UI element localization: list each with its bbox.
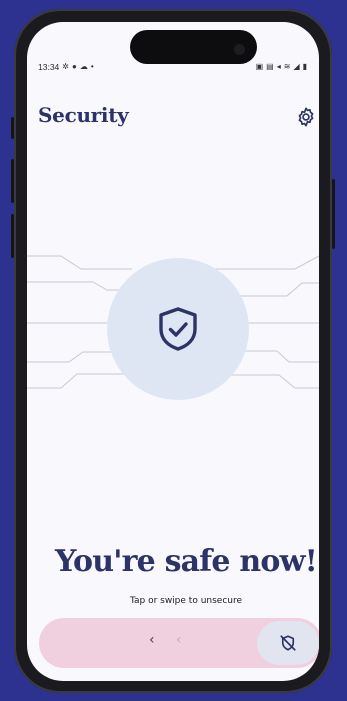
mute-switch xyxy=(11,117,14,139)
app-screen: 13:34 ✲ ● ☁ • ▣ ▤ ◂ ≋ ◢ ▮ Security You'r… xyxy=(27,22,319,681)
chevron-left-icon: ‹ xyxy=(176,632,182,648)
unsecure-slider[interactable]: ‹ ‹ xyxy=(39,618,319,668)
slider-knob[interactable] xyxy=(257,621,319,665)
unsecure-hint: Tap or swipe to unsecure xyxy=(129,596,243,606)
shield-check-icon xyxy=(155,305,201,353)
shield-off-icon xyxy=(280,635,296,651)
power-button xyxy=(332,179,335,249)
chevron-left-icon: ‹ xyxy=(149,632,155,648)
safe-headline: You're safe now! xyxy=(55,544,318,579)
volume-up-button xyxy=(11,159,14,203)
volume-down-button xyxy=(11,214,14,258)
